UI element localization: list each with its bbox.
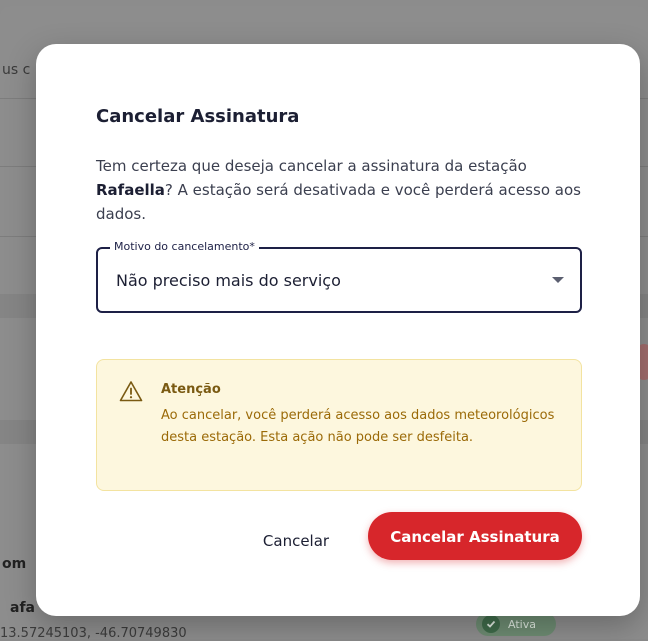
cancellation-reason-value: Não preciso mais do serviço [116,271,341,290]
warning-alert: Atenção Ao cancelar, você perderá acesso… [96,359,582,491]
description-suffix: ? A estação será desativada e você perde… [96,181,581,223]
background-text-fragment: om [2,556,27,572]
description-prefix: Tem certeza que deseja cancelar a assina… [96,157,527,175]
background-station-name: afa [10,600,35,616]
caret-down-icon[interactable] [552,277,564,283]
warning-title: Atenção [161,382,221,397]
check-circle-icon [482,615,500,633]
warning-text: Ao cancelar, você perderá acesso aos dad… [161,408,555,445]
background-text-fragment: us c [2,62,31,78]
cancellation-reason-label: Motivo do cancelamento* [110,240,259,253]
station-name: Rafaella [96,181,165,199]
confirm-cancel-subscription-button[interactable]: Cancelar Assinatura [368,512,582,560]
dialog-description: Tem certeza que deseja cancelar a assina… [96,154,596,226]
cancel-subscription-dialog: Cancelar Assinatura Tem certeza que dese… [36,44,640,616]
warning-triangle-icon [119,381,143,402]
status-badge-label: Ativa [508,617,536,631]
dialog-title: Cancelar Assinatura [96,106,300,127]
cancel-button[interactable]: Cancelar [246,522,346,558]
cancellation-reason-select[interactable]: Motivo do cancelamento* Não preciso mais… [96,240,582,313]
